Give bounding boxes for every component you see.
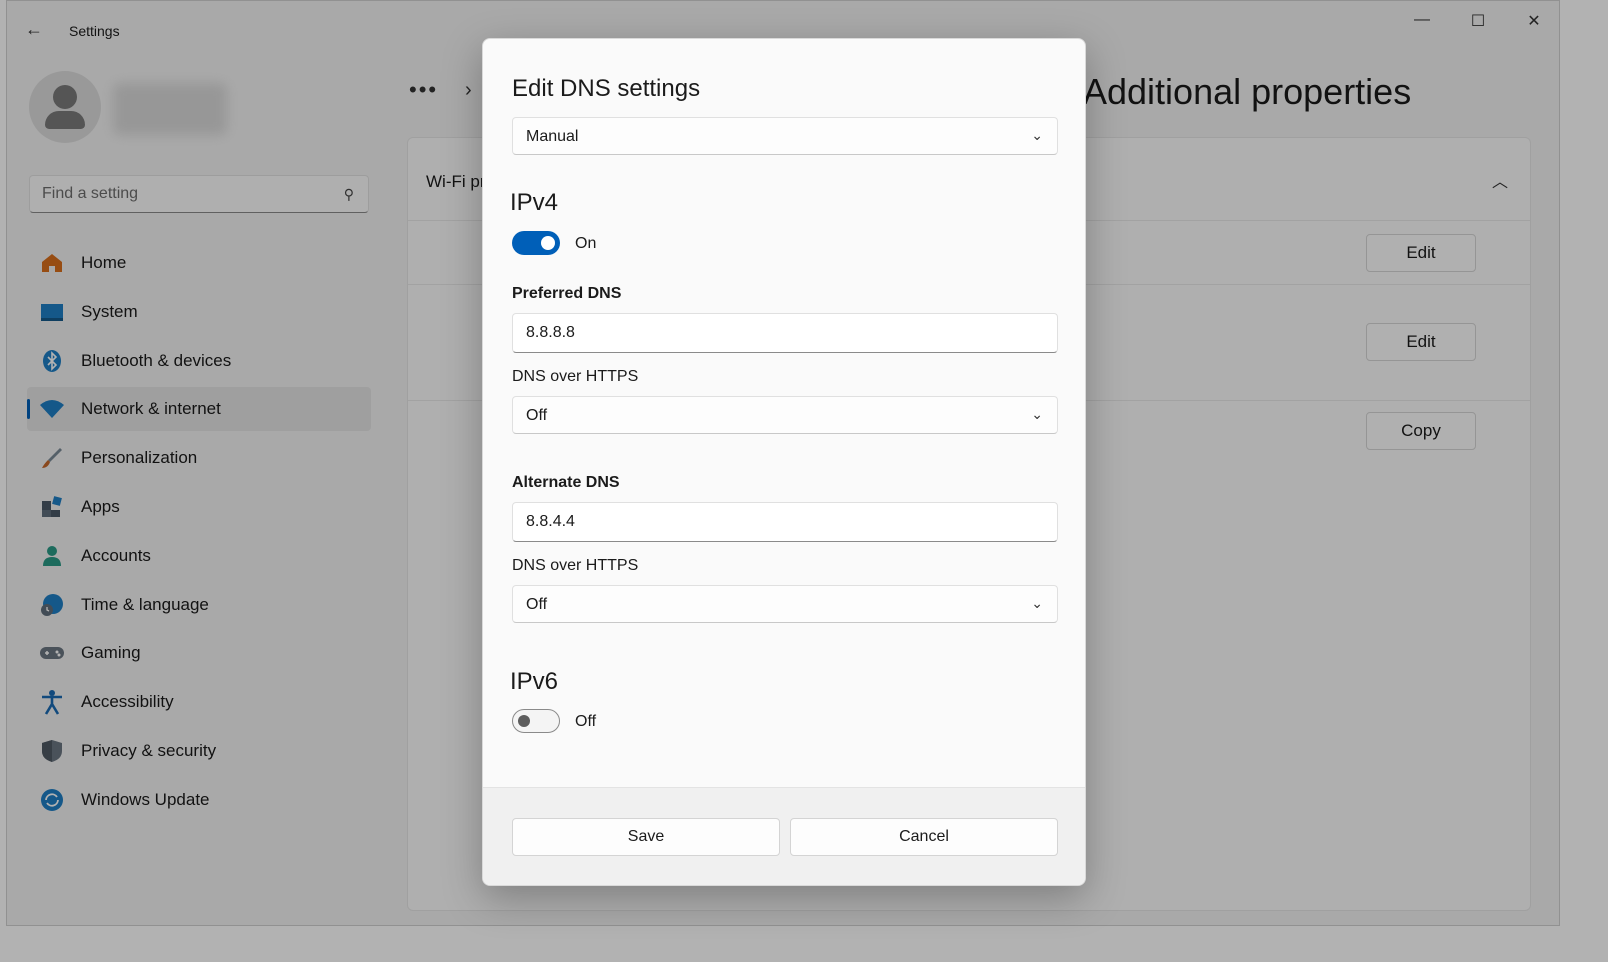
ipv4-toggle-label: On xyxy=(575,235,597,252)
preferred-doh-select[interactable]: Off ⌄ xyxy=(512,396,1058,434)
dialog-footer: Save Cancel xyxy=(483,787,1085,885)
ipv4-heading: IPv4 xyxy=(510,189,559,216)
alternate-dns-input[interactable] xyxy=(526,513,1026,531)
chevron-down-icon: ⌄ xyxy=(1031,595,1043,611)
cancel-button[interactable]: Cancel xyxy=(790,818,1058,856)
dns-mode-value: Manual xyxy=(526,128,579,145)
chevron-down-icon: ⌄ xyxy=(1031,406,1043,422)
preferred-dns-input[interactable] xyxy=(526,324,1026,342)
alternate-doh-select[interactable]: Off ⌄ xyxy=(512,585,1058,623)
preferred-dns-field[interactable] xyxy=(512,313,1058,353)
dns-mode-select[interactable]: Manual ⌄ xyxy=(512,117,1058,155)
alternate-dns-field[interactable] xyxy=(512,502,1058,542)
alternate-doh-value: Off xyxy=(526,596,548,613)
preferred-dns-label: Preferred DNS xyxy=(512,285,622,302)
alternate-dns-label: Alternate DNS xyxy=(512,474,620,491)
toggle-knob xyxy=(518,715,530,727)
alternate-doh-label: DNS over HTTPS xyxy=(512,557,639,574)
ipv4-toggle[interactable] xyxy=(512,231,560,255)
save-button[interactable]: Save xyxy=(512,818,780,856)
toggle-knob xyxy=(541,236,555,250)
ipv6-heading: IPv6 xyxy=(510,668,559,695)
ipv6-toggle-label: Off xyxy=(575,713,597,730)
preferred-doh-label: DNS over HTTPS xyxy=(512,368,639,385)
edit-dns-dialog: Edit DNS settings Manual ⌄ IPv4 On Prefe… xyxy=(482,38,1086,886)
dialog-title: Edit DNS settings xyxy=(512,75,701,102)
chevron-down-icon: ⌄ xyxy=(1031,127,1043,143)
preferred-doh-value: Off xyxy=(526,407,548,424)
ipv6-toggle[interactable] xyxy=(512,709,560,733)
